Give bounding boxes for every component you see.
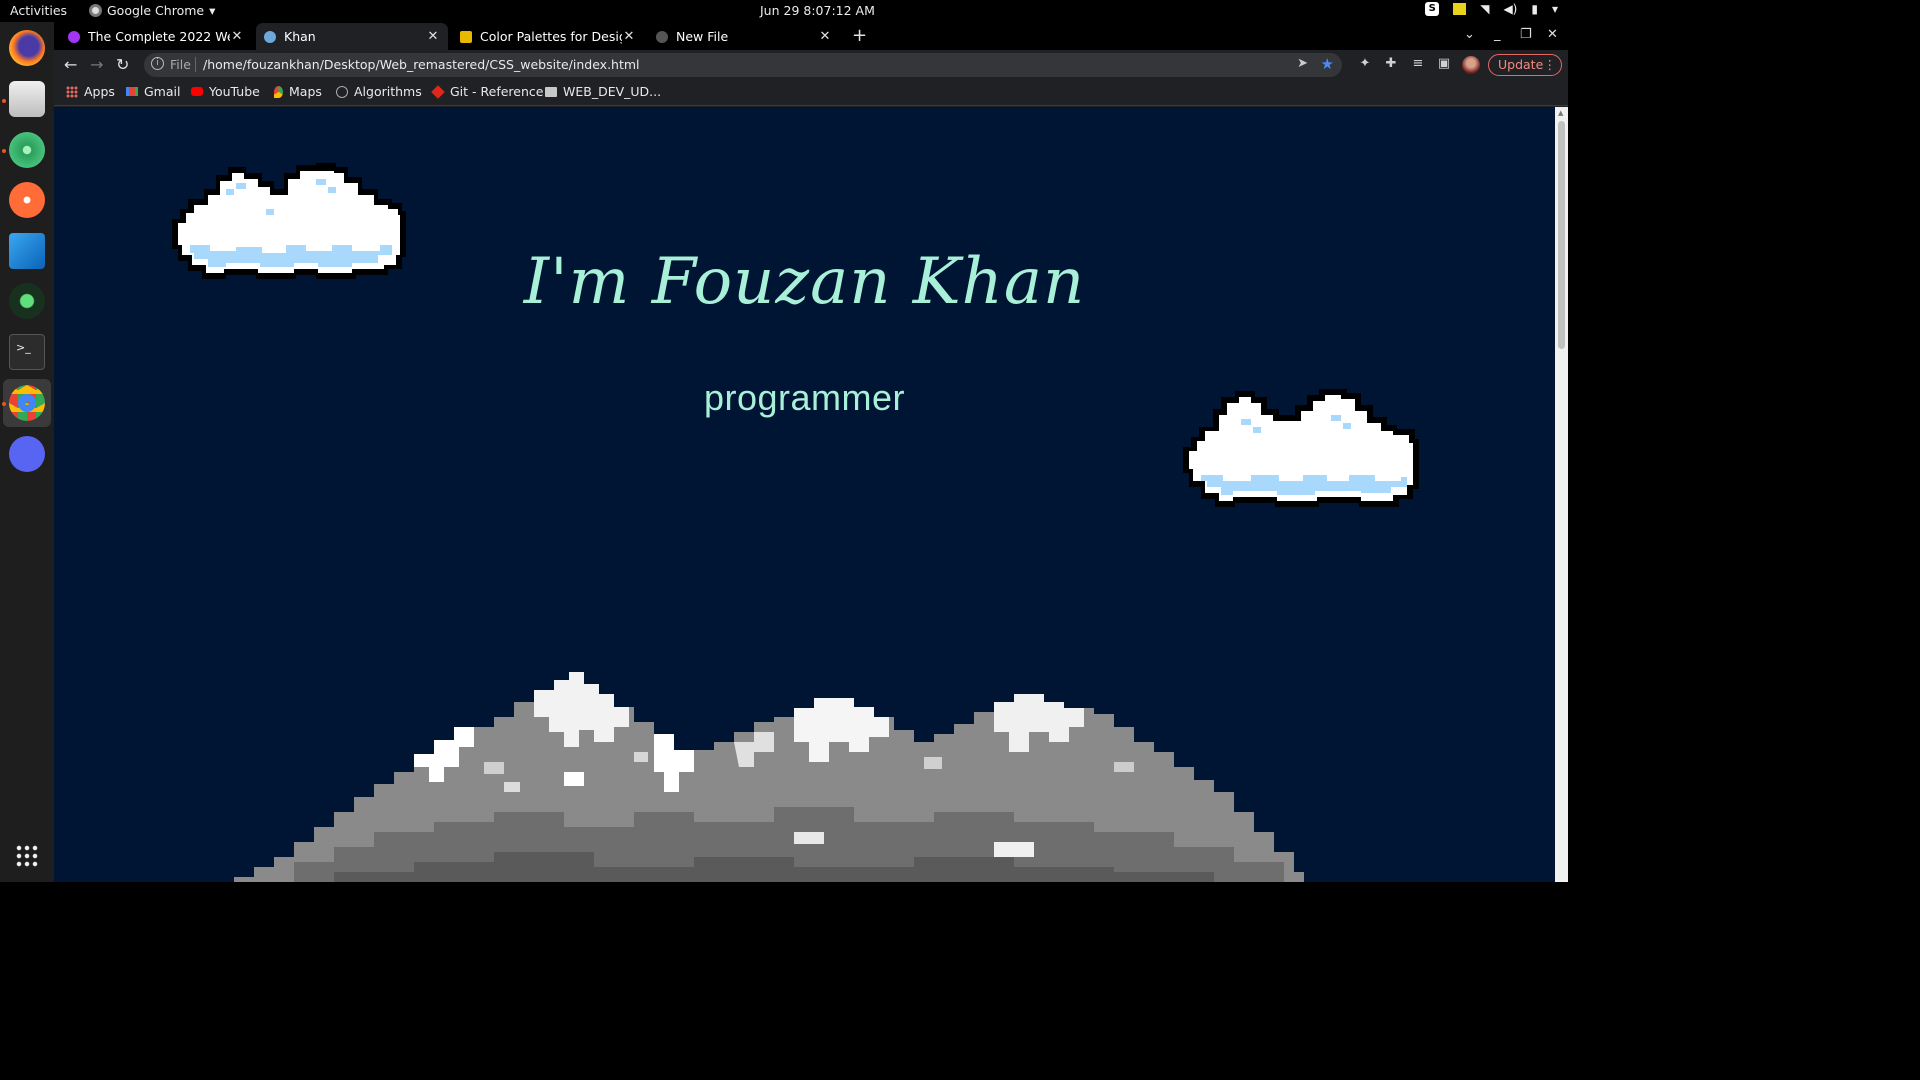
dock: >_ <box>0 22 54 882</box>
restore-icon[interactable]: ❐ <box>1520 27 1532 42</box>
battery-icon: ▮ <box>1531 2 1538 16</box>
chrome-small-icon <box>89 4 102 17</box>
tab-title: Color Palettes for Design <box>480 29 622 44</box>
running-indicator <box>2 402 6 406</box>
system-tray[interactable]: S ◥ ◀) ▮ ▾ <box>1425 2 1558 16</box>
chevron-down-icon: ▾ <box>1551 2 1558 16</box>
folder-icon <box>545 86 557 97</box>
tab-khan[interactable]: Khan ✕ <box>256 23 448 50</box>
postman-icon[interactable] <box>9 182 45 218</box>
hero-name-heading: I'm Fouzan Khan <box>523 245 1086 319</box>
system-top-bar: Activities Google Chrome ▾ Jun 29 8:07:1… <box>0 0 1568 22</box>
bookmark-star-icon[interactable]: ★ <box>1321 55 1334 73</box>
bookmark-label: Maps <box>289 84 322 99</box>
discord-icon[interactable] <box>9 436 45 472</box>
tab-title: The Complete 2022 Web D <box>88 29 230 44</box>
firefox-icon[interactable] <box>9 30 45 66</box>
bookmark-label: Git - Reference <box>450 84 544 99</box>
tab-title: Khan <box>284 29 316 44</box>
github-favicon-icon <box>656 30 668 43</box>
chevron-down-icon: ▾ <box>209 3 216 18</box>
tab-title: New File <box>676 29 729 44</box>
vscode-icon[interactable] <box>9 233 45 269</box>
tab-color-palettes[interactable]: Color Palettes for Design ✕ <box>452 23 644 50</box>
gmail-icon <box>126 87 138 96</box>
clock[interactable]: Jun 29 8:07:12 AM <box>760 3 875 18</box>
bookmarks-bar: Apps Gmail YouTube Maps Algorithms Git -… <box>54 80 1568 106</box>
git-icon <box>431 84 445 99</box>
bookmark-label: Algorithms <box>354 84 422 99</box>
bookmark-label: YouTube <box>209 84 260 99</box>
running-indicator <box>2 149 6 153</box>
chrome-icon[interactable] <box>9 385 45 421</box>
site-info-icon[interactable]: i <box>151 57 164 70</box>
maps-icon <box>274 85 283 98</box>
close-icon[interactable]: ✕ <box>622 29 636 44</box>
page-scrollbar[interactable]: ▲ <box>1555 107 1568 882</box>
scroll-up-icon[interactable]: ▲ <box>1558 109 1563 117</box>
react-favicon-icon <box>264 30 276 43</box>
activities-button[interactable]: Activities <box>10 3 67 18</box>
bookmark-label: WEB_DEV_UD... <box>563 84 662 99</box>
terminal-icon[interactable]: >_ <box>9 334 45 370</box>
reload-icon[interactable]: ↻ <box>116 55 129 74</box>
bookmark-maps[interactable]: Maps <box>274 84 322 99</box>
bookmark-git-reference[interactable]: Git - Reference <box>431 84 544 99</box>
gitkraken-icon[interactable] <box>9 283 45 319</box>
toolbar: ← → ↻ i File /home/fouzankhan/Desktop/We… <box>54 50 1568 80</box>
tab-new-file[interactable]: New File ✕ <box>648 23 840 50</box>
bookmark-label: Gmail <box>144 84 181 99</box>
minimize-icon[interactable]: _ <box>1494 27 1501 42</box>
url-text[interactable]: /home/fouzankhan/Desktop/Web_remastered/… <box>203 57 640 72</box>
bookmark-algorithms[interactable]: Algorithms <box>336 84 422 99</box>
extensions-puzzle-icon[interactable]: ✚ <box>1384 57 1398 71</box>
send-to-device-icon[interactable]: ➤ <box>1297 56 1308 71</box>
bookmark-gmail[interactable]: Gmail <box>126 84 180 99</box>
scrollbar-thumb[interactable] <box>1558 121 1565 349</box>
window-close-icon[interactable]: ✕ <box>1547 27 1558 42</box>
update-label: Update <box>1498 57 1544 72</box>
side-panel-icon[interactable]: ▣ <box>1437 57 1451 71</box>
omnibox-divider <box>195 57 196 72</box>
profile-avatar[interactable] <box>1462 56 1480 74</box>
volume-icon: ◀) <box>1503 2 1518 16</box>
app-menu[interactable]: Google Chrome ▾ <box>89 3 215 18</box>
address-bar[interactable]: i File /home/fouzankhan/Desktop/Web_rema… <box>144 53 1342 77</box>
mountain-image <box>234 672 1304 882</box>
page-viewport: I'm Fouzan Khan programmer <box>54 107 1555 882</box>
bookmark-youtube[interactable]: YouTube <box>191 84 260 99</box>
apps-grid-icon <box>66 85 78 98</box>
reading-list-icon[interactable]: ≡ <box>1411 57 1425 71</box>
update-button[interactable]: Update ⋮ <box>1488 54 1562 76</box>
hero-role-subtitle: programmer <box>703 377 906 418</box>
show-apps-icon[interactable] <box>15 844 39 868</box>
tab-strip: The Complete 2022 Web D ✕ Khan ✕ Color P… <box>54 22 1568 50</box>
bookmark-label: Apps <box>84 84 115 99</box>
atom-icon[interactable] <box>9 132 45 168</box>
chrome-window: The Complete 2022 Web D ✕ Khan ✕ Color P… <box>54 22 1568 882</box>
more-menu-icon: ⋮ <box>1543 57 1557 72</box>
app-menu-label: Google Chrome <box>107 3 205 18</box>
palette-favicon-icon <box>460 30 472 43</box>
close-icon[interactable]: ✕ <box>230 29 244 44</box>
bookmark-folder-web-dev[interactable]: WEB_DEV_UD... <box>545 84 661 99</box>
close-icon[interactable]: ✕ <box>818 29 832 44</box>
close-icon[interactable]: ✕ <box>426 29 440 44</box>
algorithms-icon <box>336 85 348 98</box>
tab-search-icon[interactable]: ⌄ <box>1464 27 1475 42</box>
youtube-icon <box>191 87 203 96</box>
skype-tray-icon[interactable]: S <box>1425 2 1440 16</box>
tab-web-dev-course[interactable]: The Complete 2022 Web D ✕ <box>60 23 252 50</box>
files-icon[interactable] <box>9 81 45 117</box>
forward-icon[interactable]: → <box>90 55 103 74</box>
udemy-favicon-icon <box>68 30 80 43</box>
bookmark-apps[interactable]: Apps <box>66 84 115 99</box>
notes-tray-icon[interactable] <box>1453 3 1467 15</box>
wifi-icon: ◥ <box>1480 2 1490 16</box>
new-tab-button[interactable]: + <box>852 25 867 46</box>
running-indicator <box>2 99 6 103</box>
extension-icon[interactable]: ✦ <box>1358 57 1372 71</box>
url-scheme: File <box>170 57 191 72</box>
back-icon[interactable]: ← <box>64 55 77 74</box>
